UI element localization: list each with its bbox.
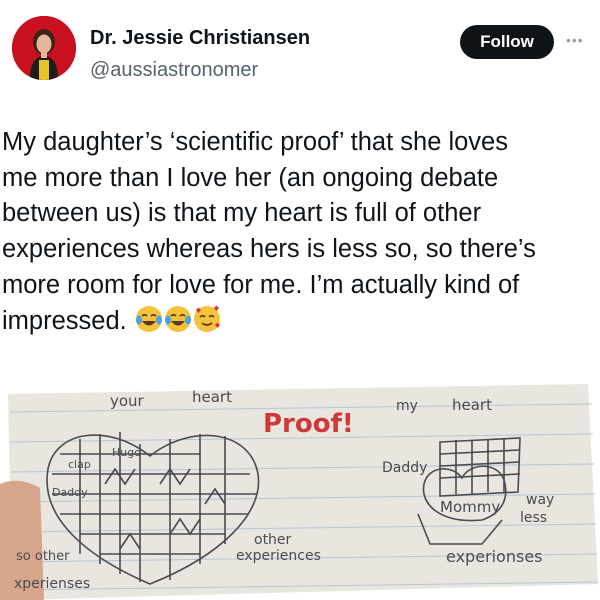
profile-photo-icon (12, 16, 76, 80)
author-handle[interactable]: @aussiastronomer (90, 59, 258, 82)
label-daddy-left: Daddy (52, 486, 88, 499)
face-with-tears-of-joy-emoji (164, 305, 192, 344)
emoji-group (127, 305, 221, 335)
label-your: your (110, 392, 145, 410)
label-hugo: Hugo (112, 446, 141, 459)
label-so-other: so other (16, 549, 70, 564)
follow-button[interactable]: Follow (460, 25, 554, 59)
smiling-face-with-hearts-emoji (193, 305, 221, 344)
drawing-photo[interactable]: your heart Proof! my heart Daddy Mommy w… (0, 384, 600, 600)
author-avatar[interactable] (12, 16, 76, 80)
label-clap: clap (68, 458, 91, 471)
label-experiences-right: experionses (446, 547, 543, 566)
label-heart-left: heart (192, 388, 232, 406)
label-my: my (396, 398, 418, 414)
label-daddy-right: Daddy (382, 460, 427, 476)
label-mommy: Mommy (440, 498, 500, 516)
tweet-body: My daughter’s ‘scientific proof’ that sh… (2, 128, 536, 335)
face-with-tears-of-joy-emoji (135, 305, 163, 344)
label-heart-right: heart (452, 396, 492, 414)
label-experiences-left: xperienses (14, 576, 90, 592)
more-icon[interactable]: ••• (566, 32, 584, 48)
author-name[interactable]: Dr. Jessie Christiansen (90, 27, 310, 50)
label-proof: Proof! (263, 409, 354, 439)
tweet-text: My daughter’s ‘scientific proof’ that sh… (2, 125, 592, 343)
